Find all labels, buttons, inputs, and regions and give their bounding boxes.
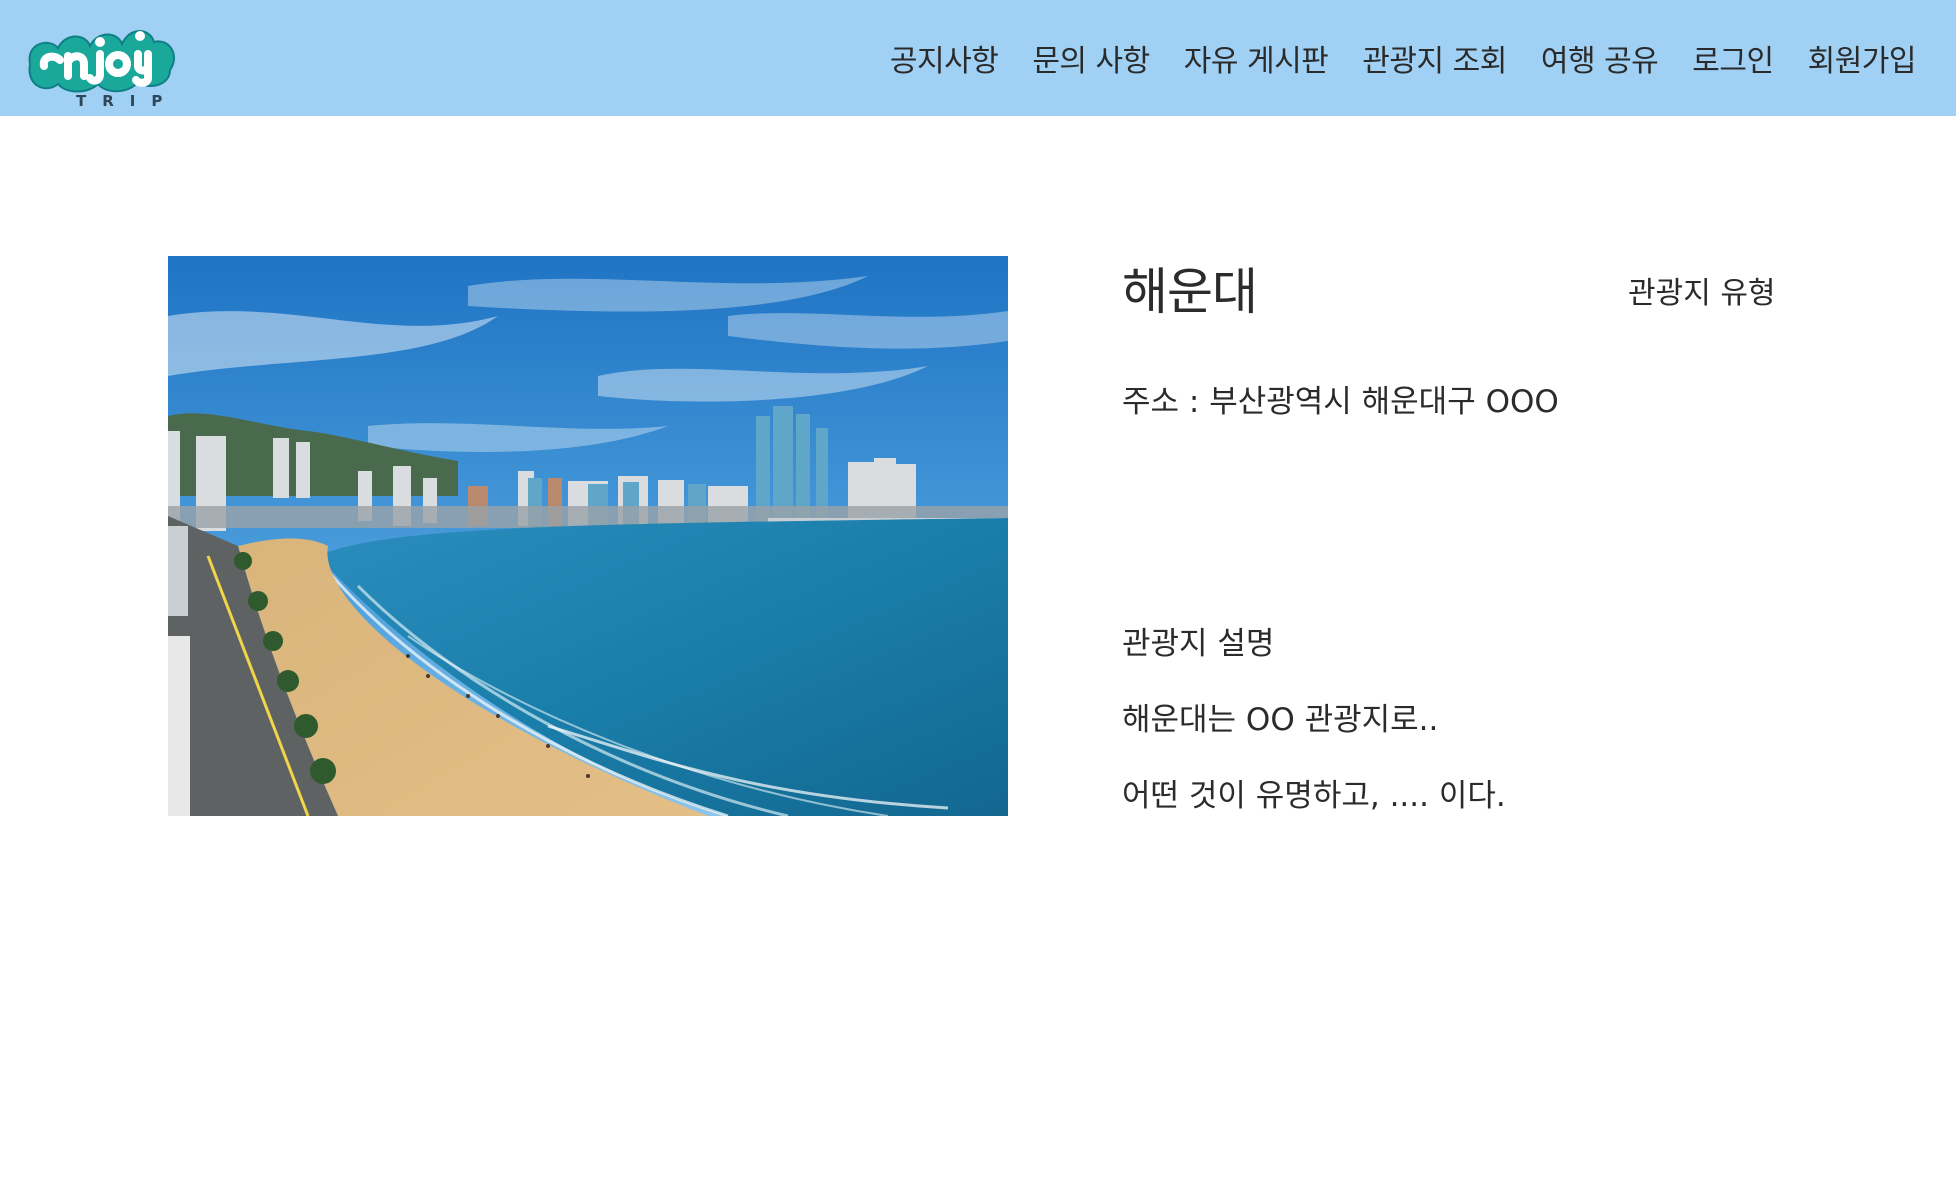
logo-subtitle: TRIP bbox=[76, 92, 178, 108]
beach-photo-icon bbox=[168, 256, 1008, 816]
logo-icon: TRIP bbox=[28, 30, 178, 110]
nav-signup[interactable]: 회원가입 bbox=[1808, 36, 1917, 80]
nav-trip-share[interactable]: 여행 공유 bbox=[1541, 36, 1659, 80]
nav-attraction-search[interactable]: 관광지 조회 bbox=[1362, 36, 1507, 80]
attraction-photo bbox=[168, 256, 1008, 816]
attraction-address: 주소 : 부산광역시 해운대구 OOO bbox=[1122, 384, 1559, 420]
description-line: 해운대는 OO 관광지로.. bbox=[1122, 702, 1439, 738]
enjoy-trip-logo[interactable]: TRIP bbox=[20, 12, 182, 110]
description-title: 관광지 설명 bbox=[1122, 626, 1275, 662]
nav-inquiry[interactable]: 문의 사항 bbox=[1032, 36, 1150, 80]
nav-notice[interactable]: 공지사항 bbox=[890, 36, 999, 80]
top-navbar: TRIP 공지사항 문의 사항 자유 게시판 관광지 조회 여행 공유 로그인 … bbox=[0, 0, 1956, 116]
nav-login[interactable]: 로그인 bbox=[1692, 36, 1774, 80]
description-line: 어떤 것이 유명하고, .... 이다. bbox=[1122, 778, 1506, 814]
attraction-name: 해운대 bbox=[1122, 263, 1258, 321]
attraction-type-label: 관광지 유형 bbox=[1628, 276, 1776, 311]
main-nav: 공지사항 문의 사항 자유 게시판 관광지 조회 여행 공유 로그인 회원가입 bbox=[856, 0, 1917, 116]
nav-free-board[interactable]: 자유 게시판 bbox=[1184, 36, 1329, 80]
